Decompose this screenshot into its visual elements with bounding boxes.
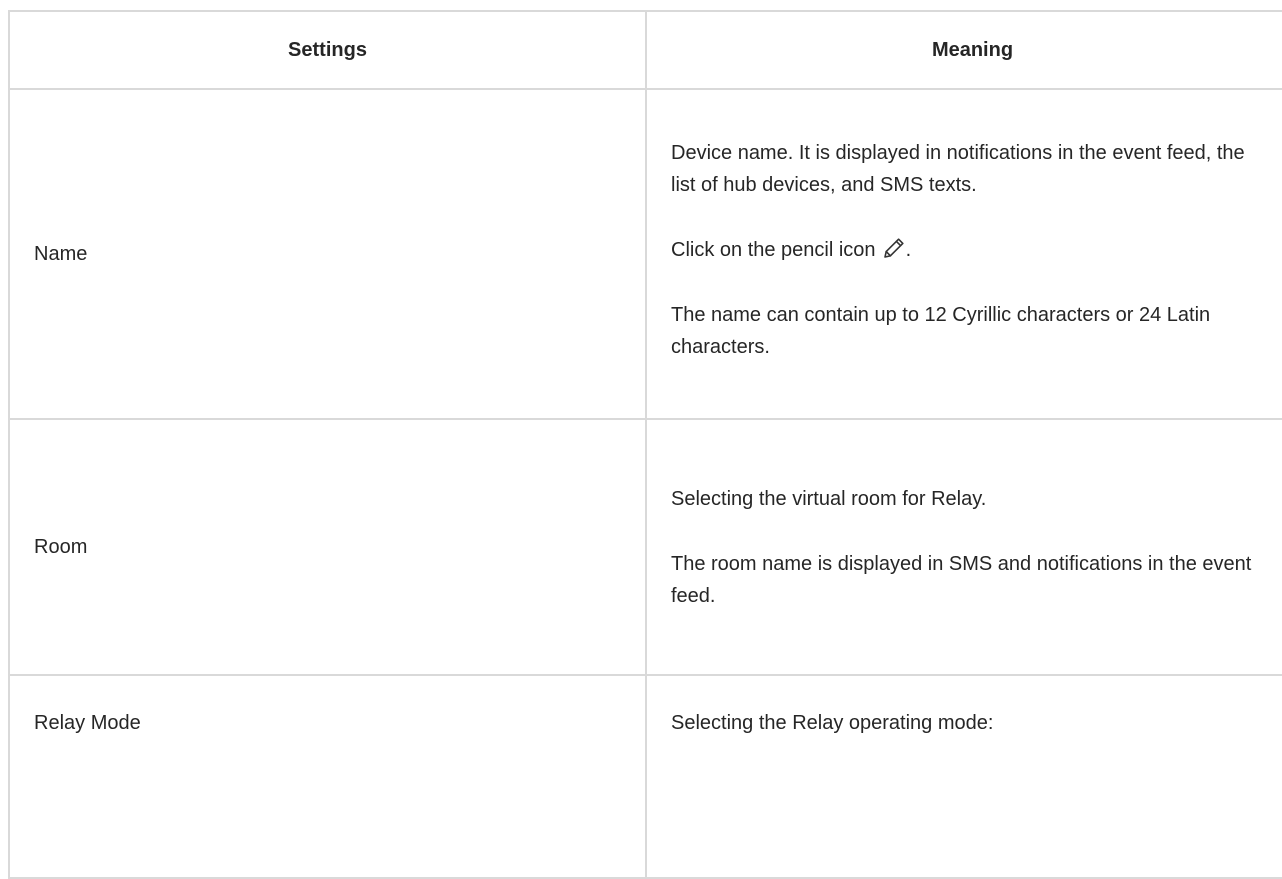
pencil-instruction-text: Click on the pencil icon [671, 239, 876, 261]
meaning-relay-mode: Selecting the Relay operating mode: [645, 674, 1282, 879]
table-row-relay-mode: Relay Mode Selecting the Relay operating… [8, 674, 1282, 879]
settings-table: Settings Meaning Name Device name. It is… [8, 10, 1282, 879]
meaning-name-pencil-instruction: Click on the pencil icon. [671, 234, 1258, 266]
setting-room: Room [8, 418, 647, 676]
header-settings: Settings [8, 10, 647, 90]
setting-relay-mode: Relay Mode [8, 674, 647, 879]
table-row-room: Room Selecting the virtual room for Rela… [8, 418, 1282, 676]
pencil-icon [882, 236, 906, 260]
meaning-name: Device name. It is displayed in notifica… [645, 88, 1282, 420]
table-header-row: Settings Meaning [8, 10, 1282, 90]
meaning-name-description: Device name. It is displayed in notifica… [671, 142, 1245, 196]
meaning-room-detail: The room name is displayed in SMS and no… [671, 552, 1252, 607]
meaning-room-description: Selecting the virtual room for Relay. [671, 487, 987, 510]
pencil-instruction-suffix: . [905, 239, 912, 261]
table-row-name: Name Device name. It is displayed in not… [8, 88, 1282, 420]
meaning-room: Selecting the virtual room for Relay. Th… [645, 418, 1282, 676]
header-meaning: Meaning [645, 10, 1282, 90]
meaning-name-limits: The name can contain up to 12 Cyrillic c… [671, 304, 1211, 358]
setting-name: Name [8, 88, 647, 420]
meaning-relay-mode-description: Selecting the Relay operating mode: [671, 712, 994, 734]
